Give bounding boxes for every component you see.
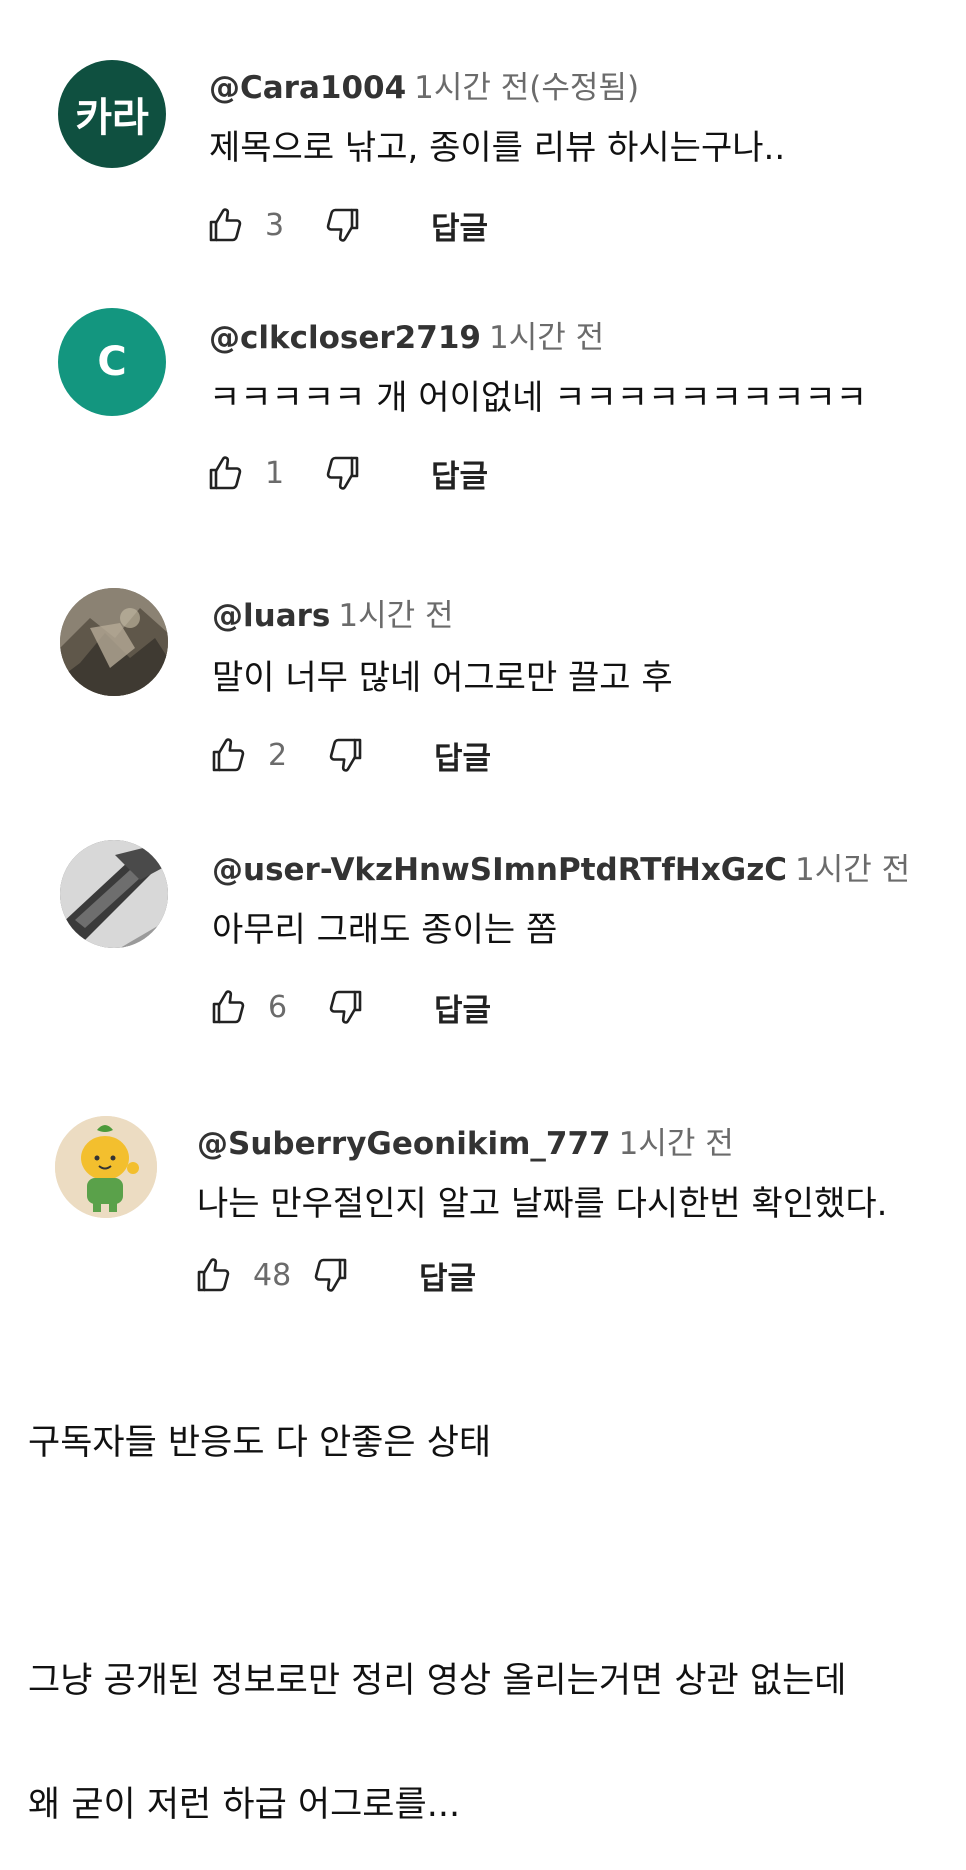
comment-author[interactable]: @luars xyxy=(212,598,330,634)
page: { "comments": [ { "handle": "@Cara1004",… xyxy=(0,0,966,1870)
reply-button[interactable]: 답글 xyxy=(431,203,488,248)
thumbs-down-icon[interactable] xyxy=(309,1255,349,1295)
avatar[interactable] xyxy=(60,840,168,948)
thumbs-up-icon[interactable] xyxy=(207,205,247,245)
like-count: 1 xyxy=(265,455,285,491)
post-paragraph: 구독자들 반응도 다 안좋은 상태 xyxy=(28,1423,492,1463)
comment-meta: @SuberryGeonikim_777 1시간 전 xyxy=(197,1118,734,1163)
avatar-photo-image xyxy=(60,588,168,696)
comment-text: ㅋㅋㅋㅋㅋ 개 어이없네 ㅋㅋㅋㅋㅋㅋㅋㅋㅋㅋ xyxy=(209,378,868,418)
avatar-initials: C xyxy=(97,339,127,385)
comment-actions: 3 답글 xyxy=(207,200,488,250)
comment-time[interactable]: 1시간 전 xyxy=(338,598,453,634)
comment-time[interactable]: 1시간 전(수정됨) xyxy=(414,70,639,106)
comment-author[interactable]: @clkcloser2719 xyxy=(209,320,481,356)
comment-text: 나는 만우절인지 알고 날짜를 다시한번 확인했다. xyxy=(197,1184,888,1224)
comment-author[interactable]: @Cara1004 xyxy=(209,70,406,106)
comment-text: 제목으로 낚고, 종이를 리뷰 하시는구나.. xyxy=(209,128,786,168)
comment-author[interactable]: @user-VkzHnwSImnPtdRTfHxGzC xyxy=(212,852,787,888)
like-count: 48 xyxy=(253,1257,292,1293)
avatar-initials: 카라 xyxy=(75,95,149,141)
avatar-character-image xyxy=(55,1116,157,1218)
comment-time[interactable]: 1시간 전 xyxy=(489,320,604,356)
like-count: 6 xyxy=(268,989,288,1025)
post-paragraph: 그냥 공개된 정보로만 정리 영상 올리는거면 상관 없는데 xyxy=(28,1661,847,1701)
avatar[interactable] xyxy=(60,588,168,696)
reply-button[interactable]: 답글 xyxy=(434,985,491,1030)
avatar[interactable] xyxy=(55,1116,157,1218)
comment-actions: 2 답글 xyxy=(210,730,491,780)
comment-time[interactable]: 1시간 전 xyxy=(795,852,910,888)
thumbs-up-icon[interactable] xyxy=(210,735,250,775)
comment-actions: 1 답글 xyxy=(207,448,488,498)
thumbs-up-icon[interactable] xyxy=(207,453,247,493)
avatar[interactable]: C xyxy=(58,308,166,416)
comment-author[interactable]: @SuberryGeonikim_777 xyxy=(197,1126,611,1162)
comment-text: 말이 너무 많네 어그로만 끌고 후 xyxy=(212,658,673,698)
thumbs-down-icon[interactable] xyxy=(324,735,364,775)
avatar-photo-image xyxy=(60,840,168,948)
like-count: 3 xyxy=(265,207,285,243)
reply-button[interactable]: 답글 xyxy=(431,451,488,496)
reply-button[interactable]: 답글 xyxy=(419,1253,476,1298)
post-paragraph: 왜 굳이 저런 하급 어그로를... xyxy=(28,1785,461,1825)
reply-button[interactable]: 답글 xyxy=(434,733,491,778)
comment-text: 아무리 그래도 종이는 쫌 xyxy=(212,910,558,950)
comment-meta: @clkcloser2719 1시간 전 xyxy=(209,312,604,357)
comment-actions: 48 답글 xyxy=(195,1250,476,1300)
thumbs-up-icon[interactable] xyxy=(195,1255,235,1295)
thumbs-down-icon[interactable] xyxy=(321,205,361,245)
comment-time[interactable]: 1시간 전 xyxy=(619,1126,734,1162)
comment-meta: @Cara1004 1시간 전(수정됨) xyxy=(209,62,639,107)
thumbs-down-icon[interactable] xyxy=(324,987,364,1027)
comment-meta: @luars 1시간 전 xyxy=(212,590,454,635)
thumbs-down-icon[interactable] xyxy=(321,453,361,493)
thumbs-up-icon[interactable] xyxy=(210,987,250,1027)
avatar[interactable]: 카라 xyxy=(58,60,166,168)
comment-meta: @user-VkzHnwSImnPtdRTfHxGzC 1시간 전 xyxy=(212,844,910,889)
comment-actions: 6 답글 xyxy=(210,982,491,1032)
like-count: 2 xyxy=(268,737,288,773)
